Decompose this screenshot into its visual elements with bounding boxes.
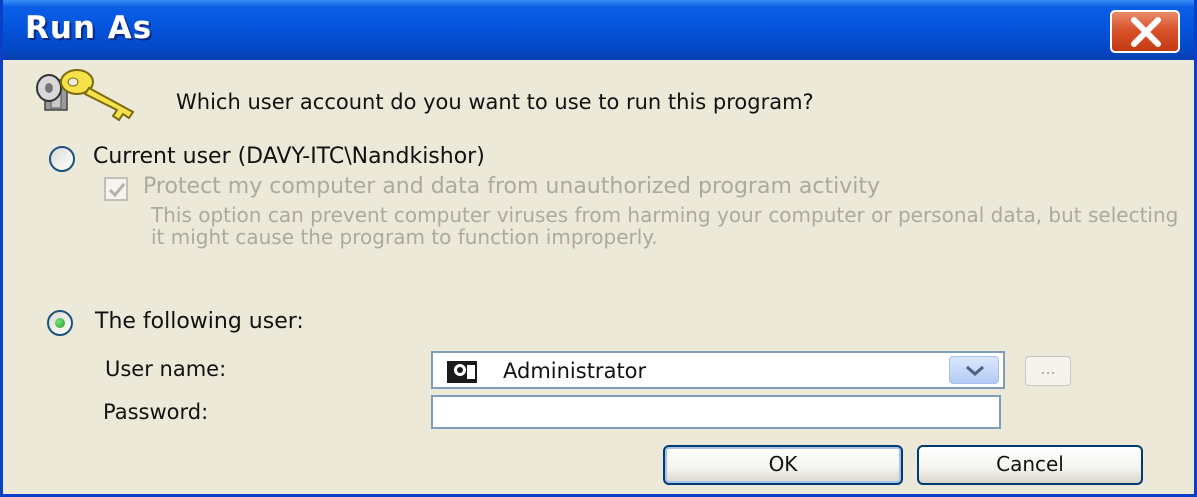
title-bar[interactable]: Run As [3,0,1194,60]
protect-checkbox[interactable] [104,177,128,201]
protect-description: This option can prevent computer viruses… [151,203,1179,249]
dialog-body: Which user account do you want to use to… [3,60,1194,494]
checkmark-icon [108,183,126,198]
following-user-label[interactable]: The following user: [95,309,304,334]
current-user-radio[interactable] [49,146,75,172]
username-dropdown-button[interactable] [949,356,999,384]
password-label: Password: [103,400,209,424]
cancel-button[interactable]: Cancel [917,445,1143,485]
browse-button[interactable]: ... [1025,356,1071,386]
following-user-radio[interactable] [47,310,73,336]
chevron-down-icon [966,365,984,376]
password-field[interactable] [431,395,1001,429]
run-as-dialog: Run As Which user account do you want to… [0,0,1197,497]
close-button[interactable] [1110,10,1180,53]
key-icon [36,69,135,122]
radio-selected-dot [55,318,65,328]
username-combobox[interactable]: Administrator [431,351,1005,389]
username-label: User name: [105,357,227,381]
close-icon [1131,17,1161,47]
username-value: Administrator [503,359,647,383]
ok-button[interactable]: OK [663,445,903,485]
window-title: Run As [25,10,153,46]
user-icon [447,361,477,383]
protect-label: Protect my computer and data from unauth… [143,174,880,199]
prompt-question: Which user account do you want to use to… [176,90,814,114]
current-user-label[interactable]: Current user (DAVY-ITC\Nandkishor) [93,144,485,169]
